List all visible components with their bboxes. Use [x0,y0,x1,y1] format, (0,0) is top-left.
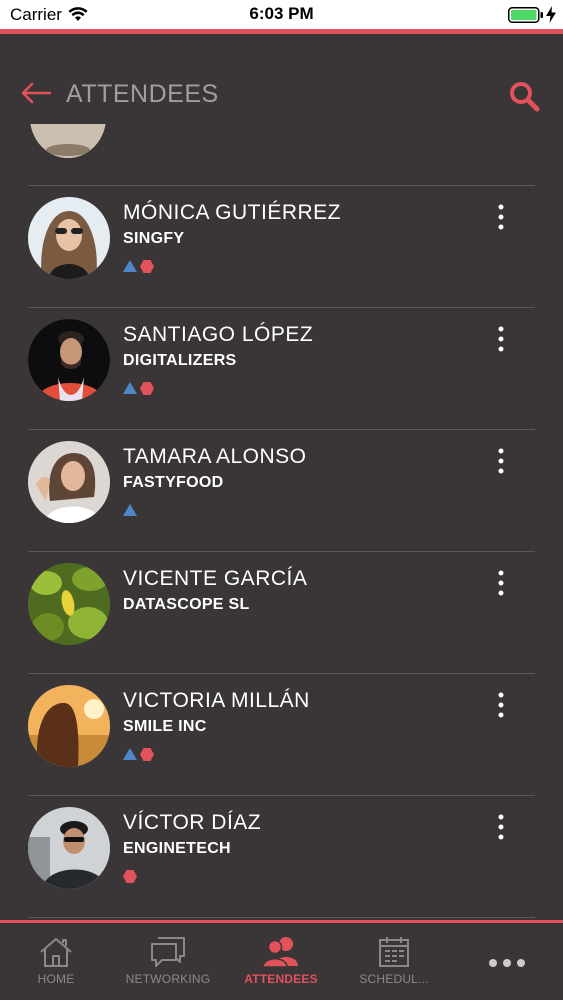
status-time: 6:03 PM [249,4,314,23]
attendee-row[interactable]: SANTIAGO LÓPEZ DIGITALIZERS [0,307,563,429]
divider [28,429,535,430]
tab-label: ATTENDEES [244,972,318,986]
avatar [28,685,110,767]
attendee-company: DATASCOPE SL [123,596,250,613]
tab-label: HOME [37,972,75,986]
divider [28,307,535,308]
divider [28,551,535,552]
avatar [28,197,110,279]
avatar [28,807,110,889]
people-icon [262,937,298,968]
hexagon-badge-icon [140,259,154,273]
tab-networking[interactable]: NETWORKING [112,923,224,1000]
attendee-row[interactable]: TAMARA ALONSO FASTYFOOD [0,429,563,551]
divider [28,795,535,796]
tab-attendees[interactable]: ATTENDEES [224,923,338,1000]
hexagon-badge-icon [140,747,154,761]
back-arrow-icon[interactable] [20,82,52,104]
attendee-row[interactable]: VÍCTOR DÍAZ ENGINETECH [0,795,563,917]
status-bar: Carrier 6:03 PM [0,0,563,30]
attendee-company: FASTYFOOD [123,474,224,491]
badge-group [123,747,154,761]
attendee-row[interactable]: VICENTE GARCÍA DATASCOPE SL [0,551,563,673]
attendee-name: VICENTE GARCÍA [123,567,308,590]
avatar [28,319,110,401]
battery-icon [508,7,543,23]
page-title: ATTENDEES [66,80,219,108]
avatar [30,124,106,158]
tab-label: NETWORKING [125,972,211,986]
attendee-name: VÍCTOR DÍAZ [123,811,262,834]
calendar-icon [379,937,409,967]
attendee-row[interactable]: MÓNICA GUTIÉRREZ SINGFY [0,185,563,307]
badge-group [123,869,137,883]
tab-bar: HOME NETWORKING ATTENDEES SCHEDUL... [0,920,563,1000]
badge-group [123,259,154,273]
attendee-company: ENGINETECH [123,840,231,857]
attendee-company: SINGFY [123,230,185,247]
hexagon-badge-icon [140,381,154,395]
attendee-company: SMILE INC [123,718,207,735]
more-options-icon[interactable] [492,447,510,475]
hexagon-badge-icon [123,869,137,883]
more-options-icon[interactable] [492,203,510,231]
more-options-icon[interactable] [492,569,510,597]
more-options-icon[interactable] [492,325,510,353]
attendee-row[interactable]: VICTORIA MILLÁN SMILE INC [0,673,563,795]
chat-icon [151,937,185,967]
divider [28,917,535,918]
divider [28,185,535,186]
badge-group [123,503,137,517]
home-icon [40,938,72,967]
tab-home[interactable]: HOME [0,923,112,1000]
attendee-name: TAMARA ALONSO [123,445,307,468]
charging-bolt-icon [546,6,556,23]
tab-label: SCHEDUL... [359,972,429,986]
avatar [28,563,110,645]
header: ATTENDEES [0,34,563,124]
tab-more[interactable] [450,923,563,1000]
search-icon[interactable] [508,80,540,112]
triangle-badge-icon [123,504,137,516]
attendee-name: SANTIAGO LÓPEZ [123,323,314,346]
more-options-icon[interactable] [492,813,510,841]
more-dots-icon [488,959,525,967]
avatar [28,441,110,523]
badge-group [123,381,154,395]
divider [28,673,535,674]
triangle-badge-icon [123,382,137,394]
triangle-badge-icon [123,260,137,272]
attendee-name: VICTORIA MILLÁN [123,689,310,712]
attendee-company: DIGITALIZERS [123,352,237,369]
tab-schedule[interactable]: SCHEDUL... [338,923,450,1000]
more-options-icon[interactable] [492,691,510,719]
triangle-badge-icon [123,748,137,760]
attendee-list[interactable]: MÓNICA GUTIÉRREZ SINGFY SANTIAGO LÓPEZ D… [0,124,563,920]
attendee-name: MÓNICA GUTIÉRREZ [123,201,342,224]
